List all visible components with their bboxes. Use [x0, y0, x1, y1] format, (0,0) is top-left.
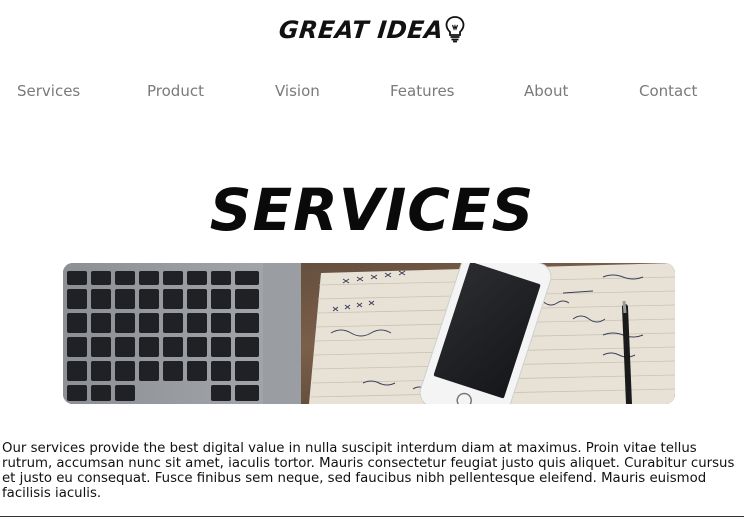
bottom-divider: [0, 516, 744, 517]
services-description: Our services provide the best digital va…: [2, 441, 735, 501]
page: GREAT IDEA Services Product Vision Featu…: [0, 0, 744, 521]
nav-item-contact[interactable]: Contact: [639, 82, 697, 100]
nav-item-product[interactable]: Product: [147, 82, 204, 100]
site-logo[interactable]: GREAT IDEA: [0, 16, 744, 44]
desk-photo-illustration: [63, 263, 675, 404]
nav-item-services[interactable]: Services: [17, 82, 80, 100]
page-title: SERVICES: [209, 176, 535, 244]
lightbulb-icon: [445, 16, 465, 43]
nav-item-about[interactable]: About: [524, 82, 568, 100]
hero-image: [63, 263, 675, 404]
nav-item-features[interactable]: Features: [390, 82, 455, 100]
main-nav: Services Product Vision Features About C…: [0, 82, 744, 104]
logo-text: GREAT IDEA: [277, 16, 445, 44]
nav-item-vision[interactable]: Vision: [275, 82, 320, 100]
